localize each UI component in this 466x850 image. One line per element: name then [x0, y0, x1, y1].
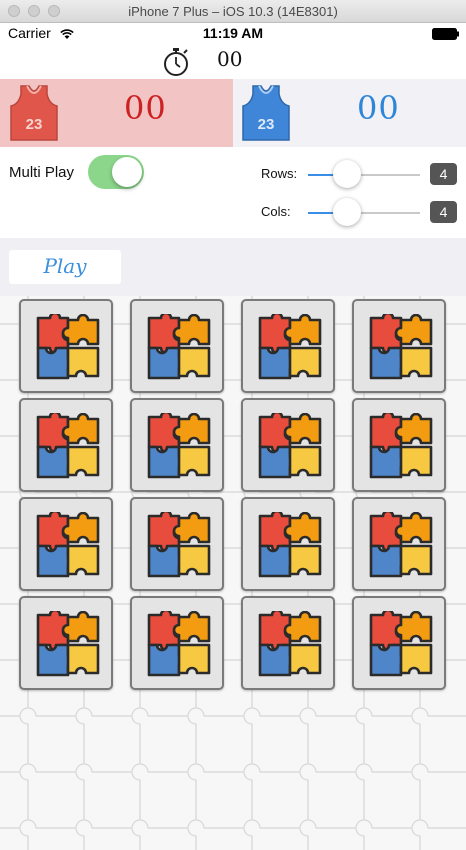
puzzle-card[interactable] — [130, 398, 224, 492]
puzzle-card[interactable] — [241, 398, 335, 492]
puzzle-card[interactable] — [352, 398, 446, 492]
puzzle-pieces-icon — [36, 413, 100, 479]
puzzle-pieces-icon — [369, 611, 433, 677]
simulator-title-bar: iPhone 7 Plus – iOS 10.3 (14E8301) — [0, 0, 466, 23]
puzzle-pieces-icon — [147, 413, 211, 479]
puzzle-card[interactable] — [19, 596, 113, 690]
puzzle-pieces-icon — [258, 413, 322, 479]
player-one-panel: 23 00 — [0, 79, 233, 147]
cols-label: Cols: — [261, 204, 291, 219]
puzzle-card[interactable] — [130, 596, 224, 690]
rows-value: 4 — [430, 163, 457, 185]
rows-label: Rows: — [261, 166, 298, 181]
cols-value: 4 — [430, 201, 457, 223]
puzzle-pieces-icon — [369, 314, 433, 380]
multi-play-toggle[interactable] — [88, 155, 144, 189]
player-one-score: 00 — [124, 89, 167, 127]
puzzle-card[interactable] — [241, 497, 335, 591]
cols-slider[interactable] — [308, 198, 420, 226]
rows-slider[interactable] — [308, 160, 420, 188]
puzzle-card[interactable] — [241, 299, 335, 393]
game-board — [0, 296, 466, 850]
puzzle-pieces-icon — [147, 611, 211, 677]
rows-slider-thumb[interactable] — [333, 160, 362, 188]
puzzle-card[interactable] — [352, 497, 446, 591]
puzzle-pieces-icon — [369, 413, 433, 479]
player-two-score: 00 — [357, 89, 400, 127]
jersey-number-red: 23 — [25, 116, 43, 133]
toggle-knob — [112, 157, 142, 187]
battery-icon — [432, 27, 460, 43]
puzzle-card[interactable] — [130, 299, 224, 393]
puzzle-pieces-icon — [258, 611, 322, 677]
puzzle-pieces-icon — [36, 512, 100, 578]
puzzle-pieces-icon — [147, 314, 211, 380]
puzzle-pieces-icon — [258, 512, 322, 578]
puzzle-pieces-icon — [147, 512, 211, 578]
puzzle-pieces-icon — [369, 512, 433, 578]
multi-play-label: Multi Play — [9, 164, 75, 181]
puzzle-card[interactable] — [130, 497, 224, 591]
settings-panel — [0, 147, 466, 238]
timer-row: 00 — [0, 43, 466, 79]
player-two-panel: 23 00 — [233, 79, 466, 147]
play-button[interactable]: Play — [9, 250, 121, 284]
puzzle-card[interactable] — [352, 299, 446, 393]
timer-value: 00 — [217, 47, 243, 71]
puzzle-pieces-icon — [258, 314, 322, 380]
window-title: iPhone 7 Plus – iOS 10.3 (14E8301) — [128, 4, 338, 19]
cols-slider-thumb[interactable] — [333, 198, 362, 226]
stopwatch-icon — [162, 47, 190, 82]
puzzle-pieces-icon — [36, 611, 100, 677]
clock-time: 11:19 AM — [202, 25, 264, 41]
puzzle-card[interactable] — [19, 299, 113, 393]
puzzle-pieces-icon — [36, 314, 100, 380]
jersey-number-blue: 23 — [257, 116, 275, 133]
puzzle-card[interactable] — [352, 596, 446, 690]
puzzle-card[interactable] — [19, 398, 113, 492]
status-bar: Carrier 11:19 AM — [0, 23, 466, 43]
puzzle-card[interactable] — [241, 596, 335, 690]
puzzle-card[interactable] — [19, 497, 113, 591]
